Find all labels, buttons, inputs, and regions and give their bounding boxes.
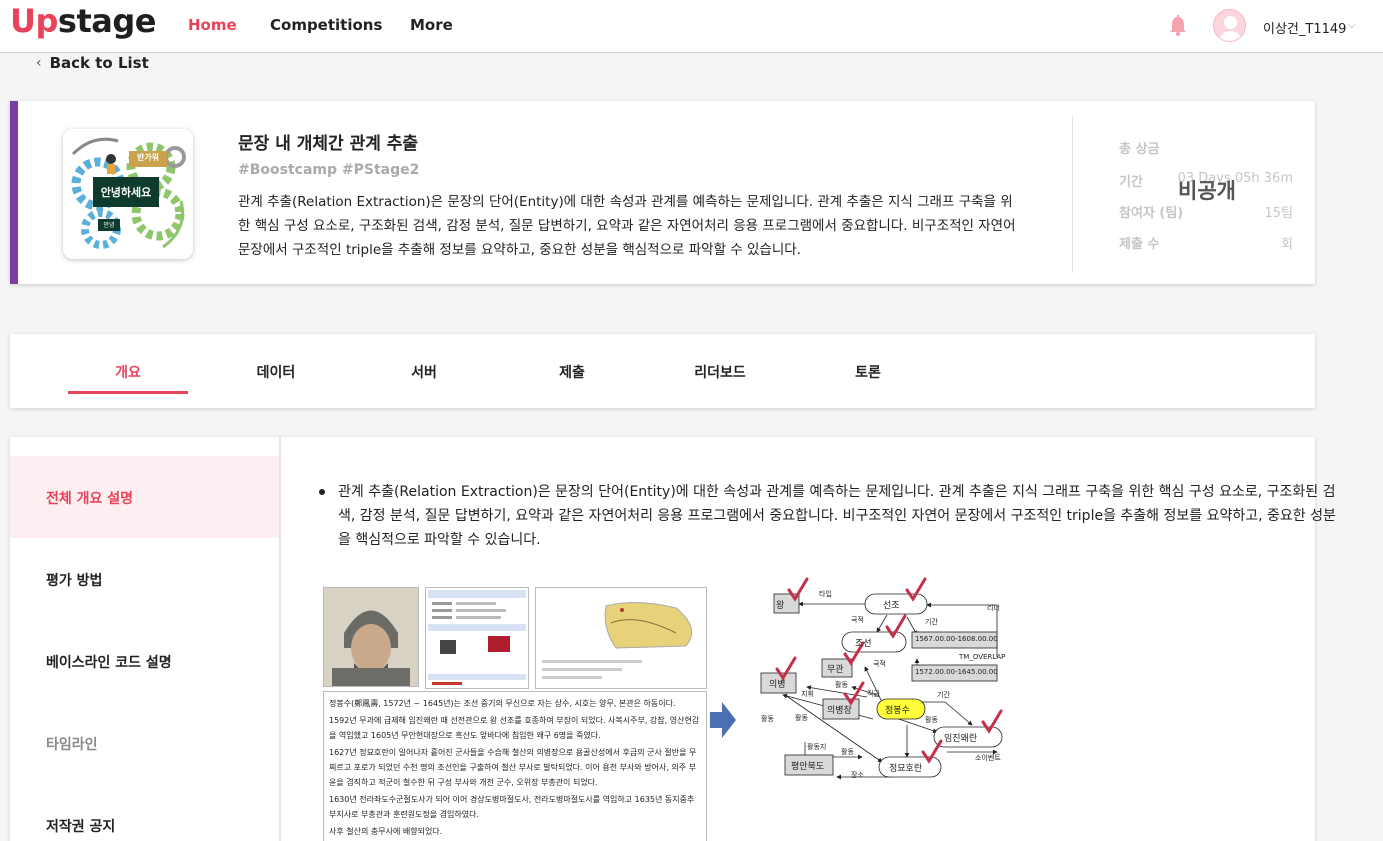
edge-tm: TM_OVERLAP	[959, 653, 1006, 661]
thumb-small1: 반가워	[136, 153, 160, 162]
divider	[1072, 115, 1073, 273]
participants-value: 15팀	[1264, 206, 1293, 221]
bell-icon[interactable]	[1168, 15, 1188, 37]
edge-sasobenteu: 소이벤트	[975, 754, 1001, 762]
edge-hwaldong2: 활동	[761, 715, 774, 723]
tab-active-indicator	[68, 391, 188, 394]
submissions-value: 회	[1281, 237, 1293, 252]
edge-hwaldong3: 활동	[795, 714, 808, 722]
node-uibyeong: 의병	[769, 680, 786, 690]
tab-discussion[interactable]: 토론	[808, 362, 928, 382]
infobox-image	[425, 587, 529, 689]
edge-gigan: 기간	[925, 618, 938, 626]
node-wang: 왕	[776, 601, 785, 611]
sidebar-item-baseline[interactable]: 베이스라인 코드 설명	[10, 620, 279, 702]
edge-hwaldong5: 활동	[841, 748, 854, 756]
wiki-line-4: 1630년 전라좌도수군절도사가 되어 이어 경상도병마절도사, 전라도병마절도…	[329, 795, 695, 819]
submissions-label: 제출 수	[1119, 237, 1160, 252]
edge-gukjeok: 국적	[851, 616, 864, 624]
overview-sidebar: 전체 개요 설명 평가 방법 베이스라인 코드 설명 타임라인 저작권 공지	[10, 437, 281, 841]
node-seonjo: 선조	[883, 601, 900, 611]
node-date1: 1567.00.00-1608.00.00	[915, 635, 998, 643]
prize-label: 총 상금	[1119, 142, 1160, 157]
edge-jikeup: 직급	[867, 690, 880, 698]
thumb-small2: 안녕	[103, 222, 115, 229]
tab-overview[interactable]: 개요	[68, 362, 188, 382]
competition-description: 관계 추출(Relation Extraction)은 문장의 단어(Entit…	[238, 194, 1016, 258]
sidebar-item-timeline[interactable]: 타임라인	[10, 702, 279, 784]
nav-more[interactable]: More	[410, 16, 453, 34]
logo-rest: stage	[57, 2, 157, 40]
tab-submit[interactable]: 제출	[512, 362, 632, 382]
back-label: Back to List	[49, 54, 149, 72]
edge-jihwi: 지휘	[801, 690, 814, 698]
portrait-image	[323, 587, 419, 687]
arrow-right-icon	[710, 702, 736, 738]
edge-taip: 타입	[819, 590, 832, 598]
avatar[interactable]	[1213, 9, 1246, 42]
node-date2: 1572.00.00-1645.00.00	[915, 668, 998, 676]
thumb-greeting: 안녕하세요	[100, 186, 152, 199]
edge-jangso: 장소	[851, 771, 864, 779]
participants-label: 참여자 (팀)	[1119, 206, 1184, 221]
wiki-line-1: 정봉수(鄭鳳壽, 1572년 ~ 1645년)는 조선 중기의 무신으로 자는 …	[329, 699, 676, 708]
chevron-left-icon: ‹	[36, 55, 42, 71]
edge-hwaldong1: 활동	[835, 681, 848, 689]
edge-hwaldongji: 활동지	[807, 743, 827, 751]
logo-up: Up	[10, 2, 58, 40]
node-jeongbongsu: 정봉수	[885, 706, 910, 716]
sidebar-item-overview[interactable]: 전체 개요 설명	[10, 456, 279, 538]
node-pyeongan: 평안북도	[791, 762, 825, 772]
wiki-text-panel: 정봉수(鄭鳳壽, 1572년 ~ 1645년)는 조선 중기의 무신으로 자는 …	[323, 691, 707, 841]
map-image	[535, 587, 707, 689]
back-to-list-link[interactable]: ‹ Back to List	[36, 54, 149, 72]
tab-leaderboard[interactable]: 리더보드	[660, 362, 780, 382]
tab-server[interactable]: 서버	[364, 362, 484, 382]
tab-data[interactable]: 데이터	[216, 362, 336, 382]
edge-gukjeok2: 국적	[873, 660, 886, 668]
sidebar-item-copyright[interactable]: 저작권 공지	[10, 784, 279, 841]
chevron-down-icon[interactable]: ⌵	[1348, 20, 1356, 31]
edge-hwaldong4: 활동	[925, 716, 938, 724]
competition-thumbnail: 안녕하세요 반가워 안녕	[63, 129, 193, 259]
wiki-line-2: 1592년 무과에 급제해 임진왜란 때 선전관으로 왕 선조를 호종하여 부장…	[329, 716, 700, 740]
competition-tabs: 개요 데이터 서버 제출 리더보드 토론	[10, 334, 1315, 408]
private-overlay: 비공개	[1178, 179, 1236, 203]
competition-card: 안녕하세요 반가워 안녕 문장 내 개체간 관계 추출 #Boostcamp #…	[10, 101, 1315, 284]
node-jeongmyo: 정묘호란	[889, 764, 923, 774]
period-label: 기간	[1119, 175, 1143, 190]
nav-home[interactable]: Home	[188, 16, 237, 34]
wiki-line-5: 사후 철산의 충무사에 배향되었다.	[329, 827, 443, 836]
bullet	[319, 489, 325, 495]
edge-gigan2: 기간	[937, 691, 950, 699]
wiki-line-3: 1627년 정묘호란이 일어나자 흩어진 군사들을 수습해 철산의 의병장으로 …	[329, 748, 697, 787]
overview-text: 관계 추출(Relation Extraction)은 문장의 단어(Entit…	[338, 484, 1336, 548]
node-uibyeongjang: 의병장	[827, 706, 852, 716]
username[interactable]: 이상건_T1149	[1263, 18, 1346, 37]
competition-title: 문장 내 개체간 관계 추출	[238, 134, 419, 154]
overview-content: 전체 개요 설명 평가 방법 베이스라인 코드 설명 타임라인 저작권 공지 관…	[10, 437, 1336, 841]
upstage-logo[interactable]: Upstage	[10, 2, 156, 40]
top-nav: Upstage Home Competitions More 이상건_T1149…	[0, 0, 1383, 53]
node-imjin: 임진왜란	[944, 734, 978, 744]
node-mugwan: 무관	[827, 665, 844, 675]
edge-rideo: 리더	[987, 604, 1000, 612]
sidebar-item-evaluation[interactable]: 평가 방법	[10, 538, 279, 620]
node-joseon: 조선	[855, 639, 872, 649]
competition-tags: #Boostcamp #PStage2	[238, 162, 420, 178]
nav-competitions[interactable]: Competitions	[270, 16, 382, 34]
graph-labels: 왕 선조 조선 1567.00.00-1608.00.00 1572.00.00…	[747, 577, 1017, 841]
